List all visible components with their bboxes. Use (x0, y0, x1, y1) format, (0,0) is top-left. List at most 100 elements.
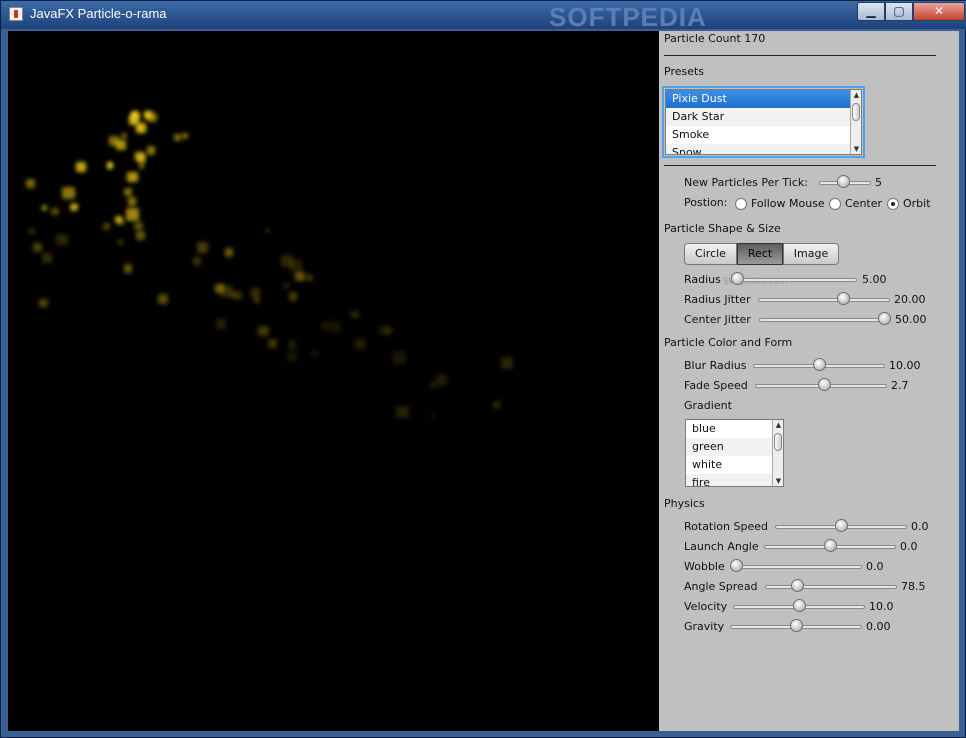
softpedia-watermark: SOFTPEDIA (549, 2, 707, 29)
particle (435, 374, 448, 386)
shape-image-button[interactable]: Image (783, 243, 839, 265)
gradient-item-fire[interactable]: fire (686, 474, 783, 486)
fade-speed-slider-thumb[interactable] (818, 378, 832, 391)
radius-jitter-label: Radius Jitter (684, 293, 751, 306)
particle-canvas[interactable] (8, 31, 659, 731)
particle (25, 178, 36, 189)
new-particles-slider-thumb[interactable] (836, 175, 850, 188)
gravity-slider-thumb[interactable] (789, 619, 803, 632)
particle (136, 230, 146, 240)
presets-list[interactable]: Pixie Dust Dark Star Smoke Snow ▲ ▼ (662, 86, 865, 158)
particle (254, 297, 260, 304)
particle (138, 163, 145, 170)
gradient-scrollbar[interactable]: ▲ ▼ (772, 420, 783, 486)
launch-angle-label: Launch Angle (684, 540, 759, 553)
maximize-button[interactable]: ▢ (885, 2, 913, 21)
center-jitter-slider[interactable] (759, 318, 891, 322)
scroll-up-icon[interactable]: ▲ (852, 90, 861, 100)
radio-center-label[interactable]: Center (845, 197, 882, 210)
scroll-thumb[interactable] (852, 103, 860, 121)
particle (287, 352, 297, 362)
title-bar[interactable]: JavaFX Particle-o-rama SOFTPEDIA ▁ ▢ ✕ (1, 1, 966, 29)
blur-radius-value: 10.00 (889, 359, 921, 372)
preset-item-smoke[interactable]: Smoke (666, 126, 861, 144)
particle (392, 351, 406, 364)
particle (70, 204, 77, 211)
rotation-speed-slider-thumb[interactable] (834, 519, 848, 532)
angle-spread-slider-thumb[interactable] (791, 579, 805, 592)
preset-item-snow[interactable]: Snow (666, 144, 861, 154)
presets-scrollbar[interactable]: ▲ ▼ (850, 90, 861, 154)
scroll-up-icon[interactable]: ▲ (774, 420, 783, 430)
particle (351, 310, 359, 319)
gradient-item-white[interactable]: white (686, 456, 783, 474)
fade-speed-value: 2.7 (891, 379, 909, 392)
radius-label: Radius (684, 273, 721, 286)
particle (157, 293, 168, 304)
window-title: JavaFX Particle-o-rama (30, 6, 167, 21)
particle (181, 132, 189, 140)
particle (147, 146, 156, 155)
particle (127, 172, 138, 183)
radio-follow-mouse-label[interactable]: Follow Mouse (751, 197, 825, 210)
velocity-slider-thumb[interactable] (792, 599, 806, 612)
particle (41, 205, 47, 211)
particle (493, 401, 502, 410)
radius-jitter-slider-thumb[interactable] (836, 292, 850, 305)
angle-spread-slider[interactable] (765, 585, 897, 589)
particle (137, 156, 145, 164)
radio-orbit[interactable] (887, 198, 899, 210)
position-label: Postion: (684, 196, 728, 209)
presets-heading: Presets (664, 65, 705, 78)
particle (123, 187, 133, 197)
physics-heading: Physics (664, 497, 705, 510)
wobble-slider[interactable] (730, 565, 862, 569)
particle (42, 253, 53, 264)
center-jitter-slider-thumb[interactable] (878, 312, 891, 325)
angle-spread-label: Angle Spread (684, 580, 758, 593)
radius-jitter-slider[interactable] (758, 298, 890, 302)
particle (258, 326, 269, 337)
particle (320, 321, 331, 332)
shape-rect-button[interactable]: Rect (737, 243, 783, 265)
particle (224, 248, 234, 257)
particle (131, 110, 139, 119)
shape-circle-button[interactable]: Circle (684, 243, 737, 265)
control-panel: Particle Count 170 Presets Pixie Dust Da… (659, 31, 959, 731)
particle (118, 218, 125, 225)
particle (282, 282, 290, 290)
preset-item-dark-star[interactable]: Dark Star (666, 108, 861, 126)
scroll-down-icon[interactable]: ▼ (774, 476, 783, 486)
gravity-value: 0.00 (866, 620, 891, 633)
radio-follow-mouse[interactable] (735, 198, 747, 210)
scroll-thumb[interactable] (774, 433, 782, 451)
particle (379, 325, 389, 336)
particle (117, 239, 124, 245)
particle (28, 227, 35, 234)
minimize-button[interactable]: ▁ (857, 2, 885, 21)
close-button[interactable]: ✕ (913, 2, 965, 21)
gradient-item-green[interactable]: green (686, 438, 783, 456)
particle (120, 133, 127, 140)
particle (61, 186, 75, 200)
gradient-list[interactable]: blue green white fire ▲ ▼ (685, 419, 784, 487)
radio-orbit-label[interactable]: Orbit (903, 197, 931, 210)
radius-value: 5.00 (862, 273, 887, 286)
particle (127, 197, 137, 206)
particle (196, 242, 208, 254)
divider (664, 55, 936, 56)
launch-angle-value: 0.0 (900, 540, 918, 553)
launch-angle-slider-thumb[interactable] (823, 539, 837, 552)
preset-item-pixie-dust[interactable]: Pixie Dust (666, 90, 861, 108)
scroll-down-icon[interactable]: ▼ (852, 144, 861, 154)
particle (429, 381, 436, 388)
radius-jitter-value: 20.00 (894, 293, 926, 306)
radius-slider[interactable] (729, 278, 857, 282)
gradient-item-blue[interactable]: blue (686, 420, 783, 438)
blur-radius-slider-thumb[interactable] (812, 358, 826, 371)
java-app-icon (9, 7, 23, 21)
radio-center[interactable] (829, 198, 841, 210)
rotation-speed-label: Rotation Speed (684, 520, 768, 533)
velocity-label: Velocity (684, 600, 728, 613)
wobble-slider-thumb[interactable] (730, 559, 743, 572)
